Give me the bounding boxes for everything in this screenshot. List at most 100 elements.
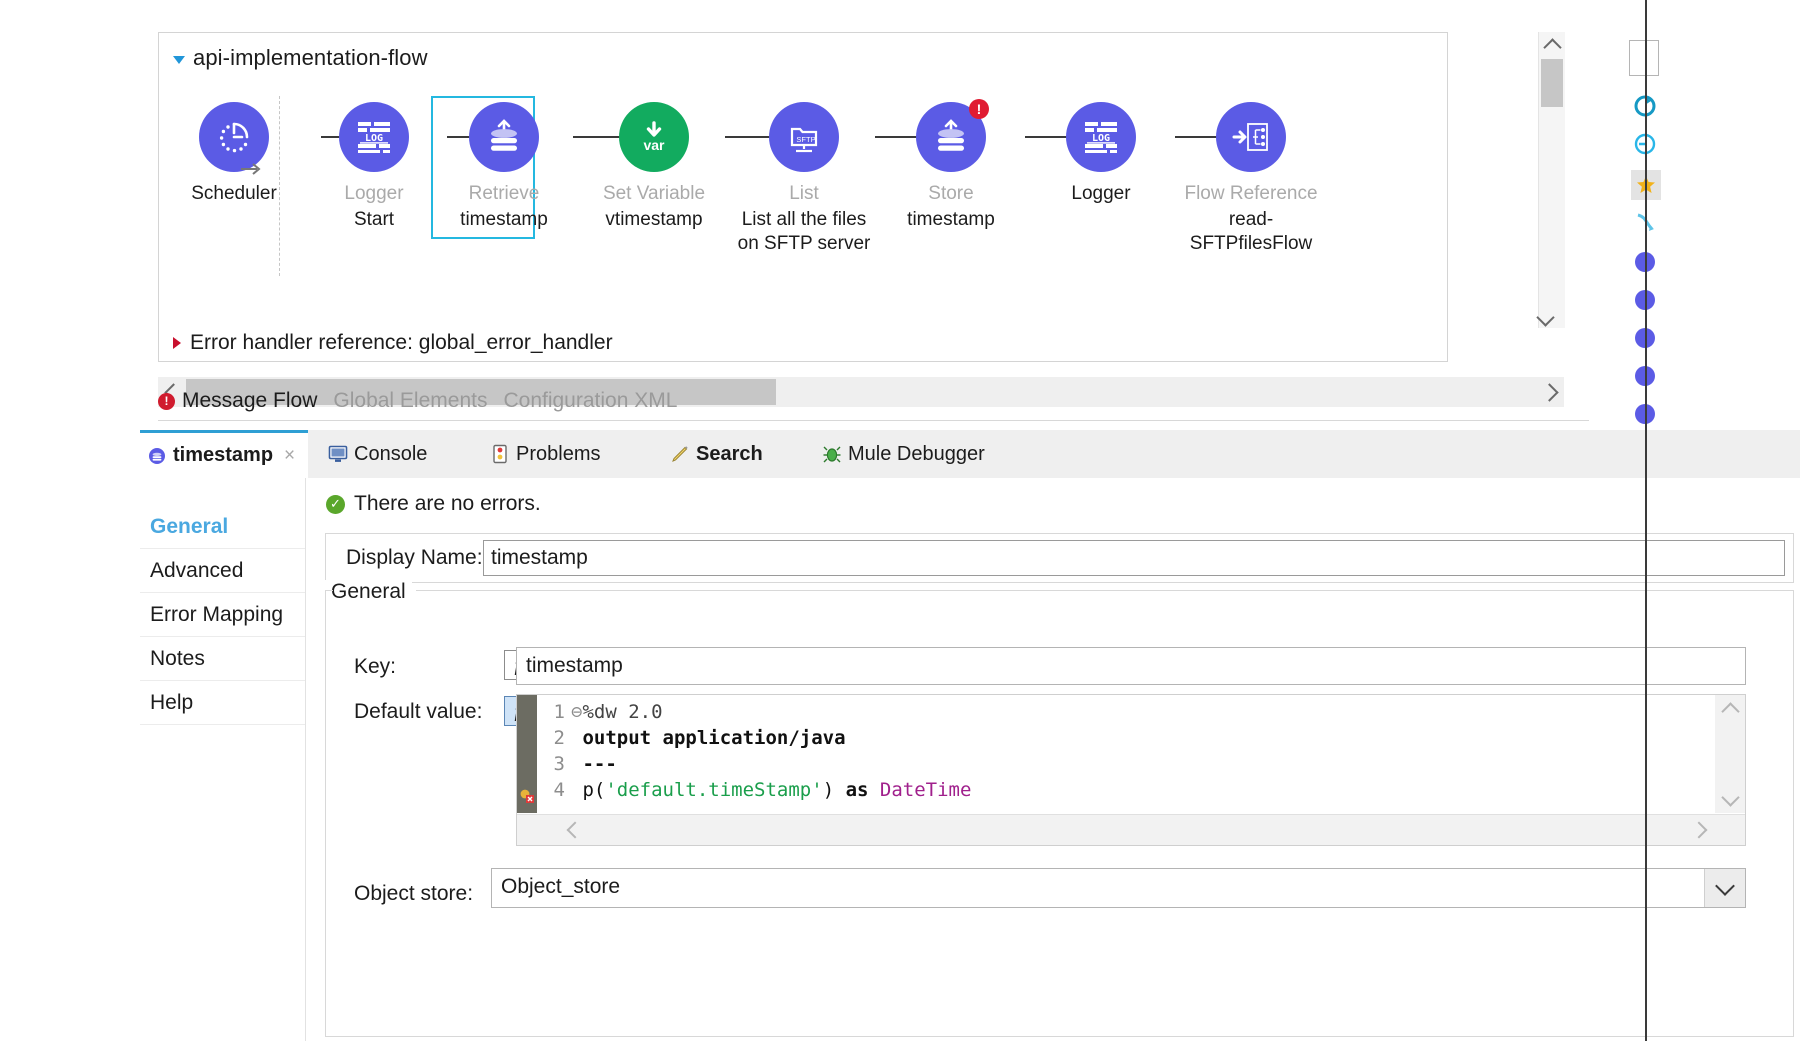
display-name-field[interactable]: timestamp — [483, 540, 1785, 576]
group-border-right — [416, 590, 1794, 591]
code-line: 4 p('default.timeStamp') as DateTime — [553, 779, 972, 801]
scroll-up-icon[interactable] — [1539, 32, 1565, 58]
display-name-group: Display Name: timestamp — [325, 533, 1794, 583]
flow-node-sftp-list[interactable]: SFTP List List all the files on SFTP ser… — [734, 88, 874, 256]
search-pencil-icon — [672, 446, 688, 462]
code-line: 2 output application/java — [553, 727, 846, 749]
sidebar-item-general[interactable]: General — [140, 505, 305, 549]
object-store-value: Object_store — [501, 875, 621, 898]
properties-view: timestamp × Console Problems Search Mule… — [140, 430, 1800, 1041]
node-name-label: read-SFTPfilesFlow — [1189, 208, 1313, 255]
logger-log-icon: LOG — [1066, 102, 1136, 172]
flow-node-flow-reference[interactable]: Flow Reference read-SFTPfilesFlow — [1181, 88, 1321, 256]
node-type-label: Scheduler — [191, 183, 277, 204]
sidebar-item-notes[interactable]: Notes — [140, 637, 305, 681]
flow-reference-icon — [1216, 102, 1286, 172]
status-message-label: There are no errors. — [354, 492, 541, 515]
svg-text:SFTP: SFTP — [796, 135, 815, 144]
collapse-triangle-icon[interactable] — [173, 55, 185, 64]
flow-header[interactable]: api-implementation-flow — [173, 45, 428, 71]
node-name-label: vtimestamp — [605, 208, 703, 230]
node-name-label: timestamp — [907, 208, 995, 230]
display-name-label: Display Name: — [346, 546, 483, 569]
sftp-list-icon: SFTP — [769, 102, 839, 172]
set-variable-var-icon: var — [619, 102, 689, 172]
flow-node-logger[interactable]: LOG Logger — [1031, 88, 1171, 208]
properties-right-border — [1645, 430, 1647, 1041]
node-type-label: Store — [928, 183, 974, 204]
code-line: 1 ⊖%dw 2.0 — [553, 701, 663, 723]
view-tab-console[interactable]: Console — [328, 430, 427, 478]
flow-node-logger-start[interactable]: LOG Logger Start — [304, 88, 444, 232]
error-handler-reference-row[interactable]: Error handler reference: global_error_ha… — [158, 324, 1448, 362]
view-tab-mule-debugger[interactable]: Mule Debugger — [822, 430, 985, 478]
key-label: Key: — [354, 655, 397, 678]
node-type-label: Set Variable — [602, 183, 706, 204]
close-icon[interactable]: × — [284, 445, 295, 467]
scroll-left-icon[interactable] — [565, 815, 584, 845]
sidebar-item-advanced[interactable]: Advanced — [140, 549, 305, 593]
group-border-left — [325, 590, 333, 591]
error-marker-icon — [520, 789, 534, 803]
node-name-label: Start — [353, 208, 395, 230]
flow-name: api-implementation-flow — [193, 45, 428, 70]
editor-horizontal-scrollbar[interactable] — [517, 814, 1745, 845]
editor-tab-message-flow[interactable]: ! Message Flow — [158, 389, 317, 413]
sidebar-item-error-mapping[interactable]: Error Mapping — [140, 593, 305, 637]
chevron-down-icon[interactable] — [1704, 869, 1745, 907]
view-tab-timestamp[interactable]: timestamp × — [140, 430, 308, 478]
editor-tab-global-elements[interactable]: Global Elements — [333, 389, 487, 413]
node-type-label: Logger — [344, 183, 404, 204]
palette-search-box[interactable] — [1629, 40, 1659, 76]
scroll-down-icon[interactable] — [1715, 785, 1745, 813]
ok-check-icon: ✓ — [326, 494, 345, 514]
scroll-down-icon[interactable] — [1536, 302, 1565, 328]
message-flow-canvas[interactable]: api-implementation-flow Scheduler LOG Lo… — [158, 32, 1589, 407]
status-message: ✓ There are no errors. — [326, 492, 541, 516]
vertical-scroll-thumb[interactable] — [1541, 59, 1563, 107]
flow-node-retrieve-timestamp[interactable]: Retrieve timestamp — [434, 88, 574, 232]
editor-tab-bar[interactable]: ! Message Flow Global Elements Configura… — [158, 382, 1589, 420]
editor-code-content[interactable]: 1 ⊖%dw 2.0 2 output application/java 3 --… — [541, 699, 1713, 803]
view-tab-bar[interactable]: timestamp × Console Problems Search Mule… — [140, 430, 1800, 479]
key-field[interactable]: timestamp — [516, 647, 1746, 685]
properties-body: General Advanced Error Mapping Notes Hel… — [140, 478, 1800, 1041]
objectstore-retrieve-icon — [469, 102, 539, 172]
mule-palette-strip[interactable] — [1629, 32, 1800, 472]
svg-text:var: var — [643, 137, 665, 153]
default-value-label: Default value: — [354, 700, 483, 723]
code-line: 3 --- — [553, 753, 617, 775]
view-tab-label: Problems — [516, 442, 601, 465]
flow-container: api-implementation-flow Scheduler LOG Lo… — [158, 32, 1448, 325]
flow-node-set-variable[interactable]: var Set Variable vtimestamp — [584, 88, 724, 232]
tab-divider — [158, 420, 1589, 421]
node-type-label: Retrieve — [468, 183, 540, 204]
objectstore-icon — [149, 447, 165, 464]
object-store-select[interactable]: Object_store — [491, 868, 1746, 908]
console-icon — [328, 445, 348, 462]
node-type-label: Logger — [1071, 183, 1131, 204]
object-store-label: Object store: — [354, 882, 474, 905]
sidebar-item-help[interactable]: Help — [140, 681, 305, 725]
scroll-up-icon[interactable] — [1715, 695, 1745, 723]
flow-node-store-timestamp[interactable]: ! Store timestamp — [881, 88, 1021, 232]
logger-log-icon: LOG — [339, 102, 409, 172]
flow-node-scheduler[interactable]: Scheduler — [164, 88, 304, 208]
scroll-right-icon[interactable] — [1690, 815, 1709, 845]
error-handler-label: Error handler reference: global_error_ha… — [190, 330, 613, 354]
expand-triangle-icon[interactable] — [173, 336, 181, 349]
editor-tab-label: Message Flow — [182, 389, 318, 412]
editor-tab-configuration-xml[interactable]: Configuration XML — [503, 389, 677, 413]
properties-sidebar[interactable]: General Advanced Error Mapping Notes Hel… — [140, 478, 305, 1041]
canvas-vertical-scrollbar[interactable] — [1536, 32, 1565, 328]
view-tab-problems[interactable]: Problems — [490, 430, 600, 478]
properties-form: ✓ There are no errors. Display Name: tim… — [305, 478, 1800, 1041]
view-tab-label: timestamp — [173, 444, 274, 466]
mule-debugger-icon — [823, 446, 841, 463]
view-tab-label: Mule Debugger — [848, 442, 985, 465]
dataweave-editor[interactable]: 1 ⊖%dw 2.0 2 output application/java 3 --… — [516, 694, 1746, 846]
view-tab-search[interactable]: Search — [670, 430, 763, 478]
editor-vertical-scrollbar[interactable] — [1715, 695, 1745, 813]
node-type-label: Flow Reference — [1184, 183, 1318, 204]
